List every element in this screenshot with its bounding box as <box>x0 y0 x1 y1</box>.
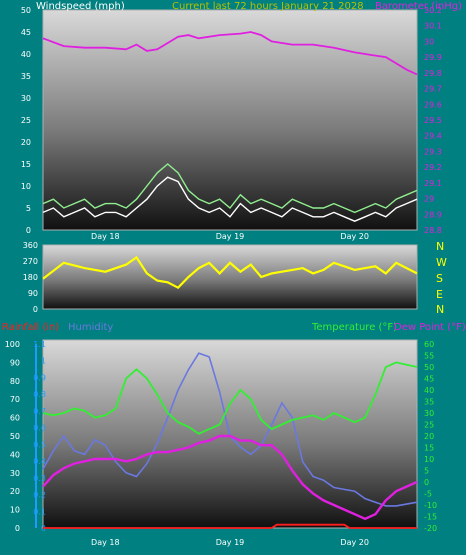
compass-n-top: N <box>436 240 444 253</box>
temperature-tick-5: 5 <box>424 467 429 476</box>
barometer-tick-1: 28.9 <box>424 210 442 219</box>
direction-tick-0: 0 <box>33 305 38 314</box>
rain-tick-9: 0.9 <box>33 374 46 383</box>
windspeed-tick-0: 0 <box>26 226 31 235</box>
barometer-tick-5: 29.3 <box>424 147 442 156</box>
chart-header: Current last 72 hours January 21 2028 <box>172 1 364 12</box>
humidity-tick-6: 60 <box>10 414 20 423</box>
wind-x-tick-0: Day 18 <box>91 232 120 241</box>
weather-charts: Windspeed (mph) Current last 72 hours Ja… <box>0 0 466 555</box>
wind-x-tick-2: Day 20 <box>340 232 369 241</box>
temperature-tick-0: -20 <box>424 524 437 533</box>
barometer-tick-9: 29.7 <box>424 85 442 94</box>
humidity-axis-title: Humidity <box>68 322 113 333</box>
temperature-tick-16: 60 <box>424 340 434 349</box>
humidity-tick-8: 80 <box>10 377 20 386</box>
barometer-tick-13: 30.1 <box>424 22 442 31</box>
humidity-tick-10: 100 <box>5 340 20 349</box>
barometer-tick-12: 30 <box>424 37 434 46</box>
windspeed-tick-8: 40 <box>21 50 31 59</box>
humidity-tick-3: 30 <box>10 469 20 478</box>
rain-tick-3: 0.3 <box>33 474 46 483</box>
barometer-tick-4: 29.2 <box>424 163 442 172</box>
rain-tick-11: 1.1 <box>33 340 46 349</box>
humidity-tick-0: 0 <box>15 524 20 533</box>
temperature-tick-7: 15 <box>424 444 434 453</box>
rain-tick-10: 1 <box>41 357 46 366</box>
wind-x-tick-1: Day 19 <box>216 232 245 241</box>
temperature-tick-15: 55 <box>424 352 434 361</box>
temp-x-tick-1: Day 19 <box>216 538 245 547</box>
barometer-tick-11: 29.9 <box>424 53 442 62</box>
humidity-tick-9: 90 <box>10 358 20 367</box>
compass-n-bottom: N <box>436 303 444 316</box>
barometer-tick-8: 29.6 <box>424 100 442 109</box>
temperature-axis-title: Temperature (°F) <box>311 322 397 333</box>
rain-tick-5: 0.5 <box>33 440 46 449</box>
temperature-tick-1: -15 <box>424 513 437 522</box>
windspeed-tick-9: 45 <box>21 28 31 37</box>
compass-e: E <box>436 288 443 301</box>
windspeed-tick-6: 30 <box>21 94 31 103</box>
barometer-axis-title: Barometer (inHg) <box>375 1 462 12</box>
rain-tick-6: 0.6 <box>33 424 46 433</box>
temperature-tick-11: 35 <box>424 398 434 407</box>
compass-w: W <box>436 256 447 269</box>
direction-tick-4: 360 <box>23 241 38 250</box>
windspeed-tick-10: 50 <box>21 6 31 15</box>
humidity-tick-4: 40 <box>10 450 20 459</box>
rain-tick-8: 0.8 <box>33 390 46 399</box>
windspeed-tick-2: 10 <box>21 182 31 191</box>
temperature-tick-12: 40 <box>424 386 434 395</box>
humidity-tick-7: 70 <box>10 395 20 404</box>
rainfall-axis-title: Rainfall (in) <box>2 322 59 333</box>
rain-tick-2: 0.2 <box>33 491 46 500</box>
windspeed-tick-7: 35 <box>21 72 31 81</box>
wind-plot-area <box>42 9 418 231</box>
rain-tick-4: 0.4 <box>33 457 46 466</box>
barometer-tick-7: 29.5 <box>424 116 442 125</box>
windspeed-tick-1: 5 <box>26 204 31 213</box>
direction-tick-3: 270 <box>23 257 38 266</box>
barometer-tick-0: 28.8 <box>424 226 442 235</box>
temperature-tick-6: 10 <box>424 455 434 464</box>
humidity-tick-5: 50 <box>10 432 20 441</box>
barometer-tick-2: 29 <box>424 195 434 204</box>
temperature-tick-8: 20 <box>424 432 434 441</box>
temperature-tick-4: 0 <box>424 478 429 487</box>
temperature-tick-13: 45 <box>424 375 434 384</box>
temp-x-tick-2: Day 20 <box>340 538 369 547</box>
temperature-tick-3: -5 <box>424 490 432 499</box>
windspeed-tick-3: 15 <box>21 160 31 169</box>
rain-tick-1: 0.1 <box>33 507 46 516</box>
temperature-tick-9: 25 <box>424 421 434 430</box>
temperature-tick-10: 30 <box>424 409 434 418</box>
barometer-tick-6: 29.4 <box>424 132 442 141</box>
humidity-tick-1: 10 <box>10 506 20 515</box>
direction-tick-2: 180 <box>23 273 38 282</box>
dew-point-axis-title: Dew Point (°F) <box>394 322 466 333</box>
windspeed-tick-5: 25 <box>21 116 31 125</box>
rain-tick-7: 0.7 <box>33 407 46 416</box>
windspeed-axis-title: Windspeed (mph) <box>36 1 125 12</box>
direction-plot-area <box>42 244 418 310</box>
temperature-tick-14: 50 <box>424 363 434 372</box>
barometer-tick-3: 29.1 <box>424 179 442 188</box>
temp-x-tick-0: Day 18 <box>91 538 120 547</box>
barometer-tick-14: 30.2 <box>424 6 442 15</box>
temperature-tick-2: -10 <box>424 501 437 510</box>
direction-tick-1: 90 <box>28 289 38 298</box>
windspeed-tick-4: 20 <box>21 138 31 147</box>
barometer-tick-10: 29.8 <box>424 69 442 78</box>
weather-chart-svg: Windspeed (mph) Current last 72 hours Ja… <box>2 1 466 547</box>
humidity-tick-2: 20 <box>10 487 20 496</box>
compass-s: S <box>436 272 443 285</box>
